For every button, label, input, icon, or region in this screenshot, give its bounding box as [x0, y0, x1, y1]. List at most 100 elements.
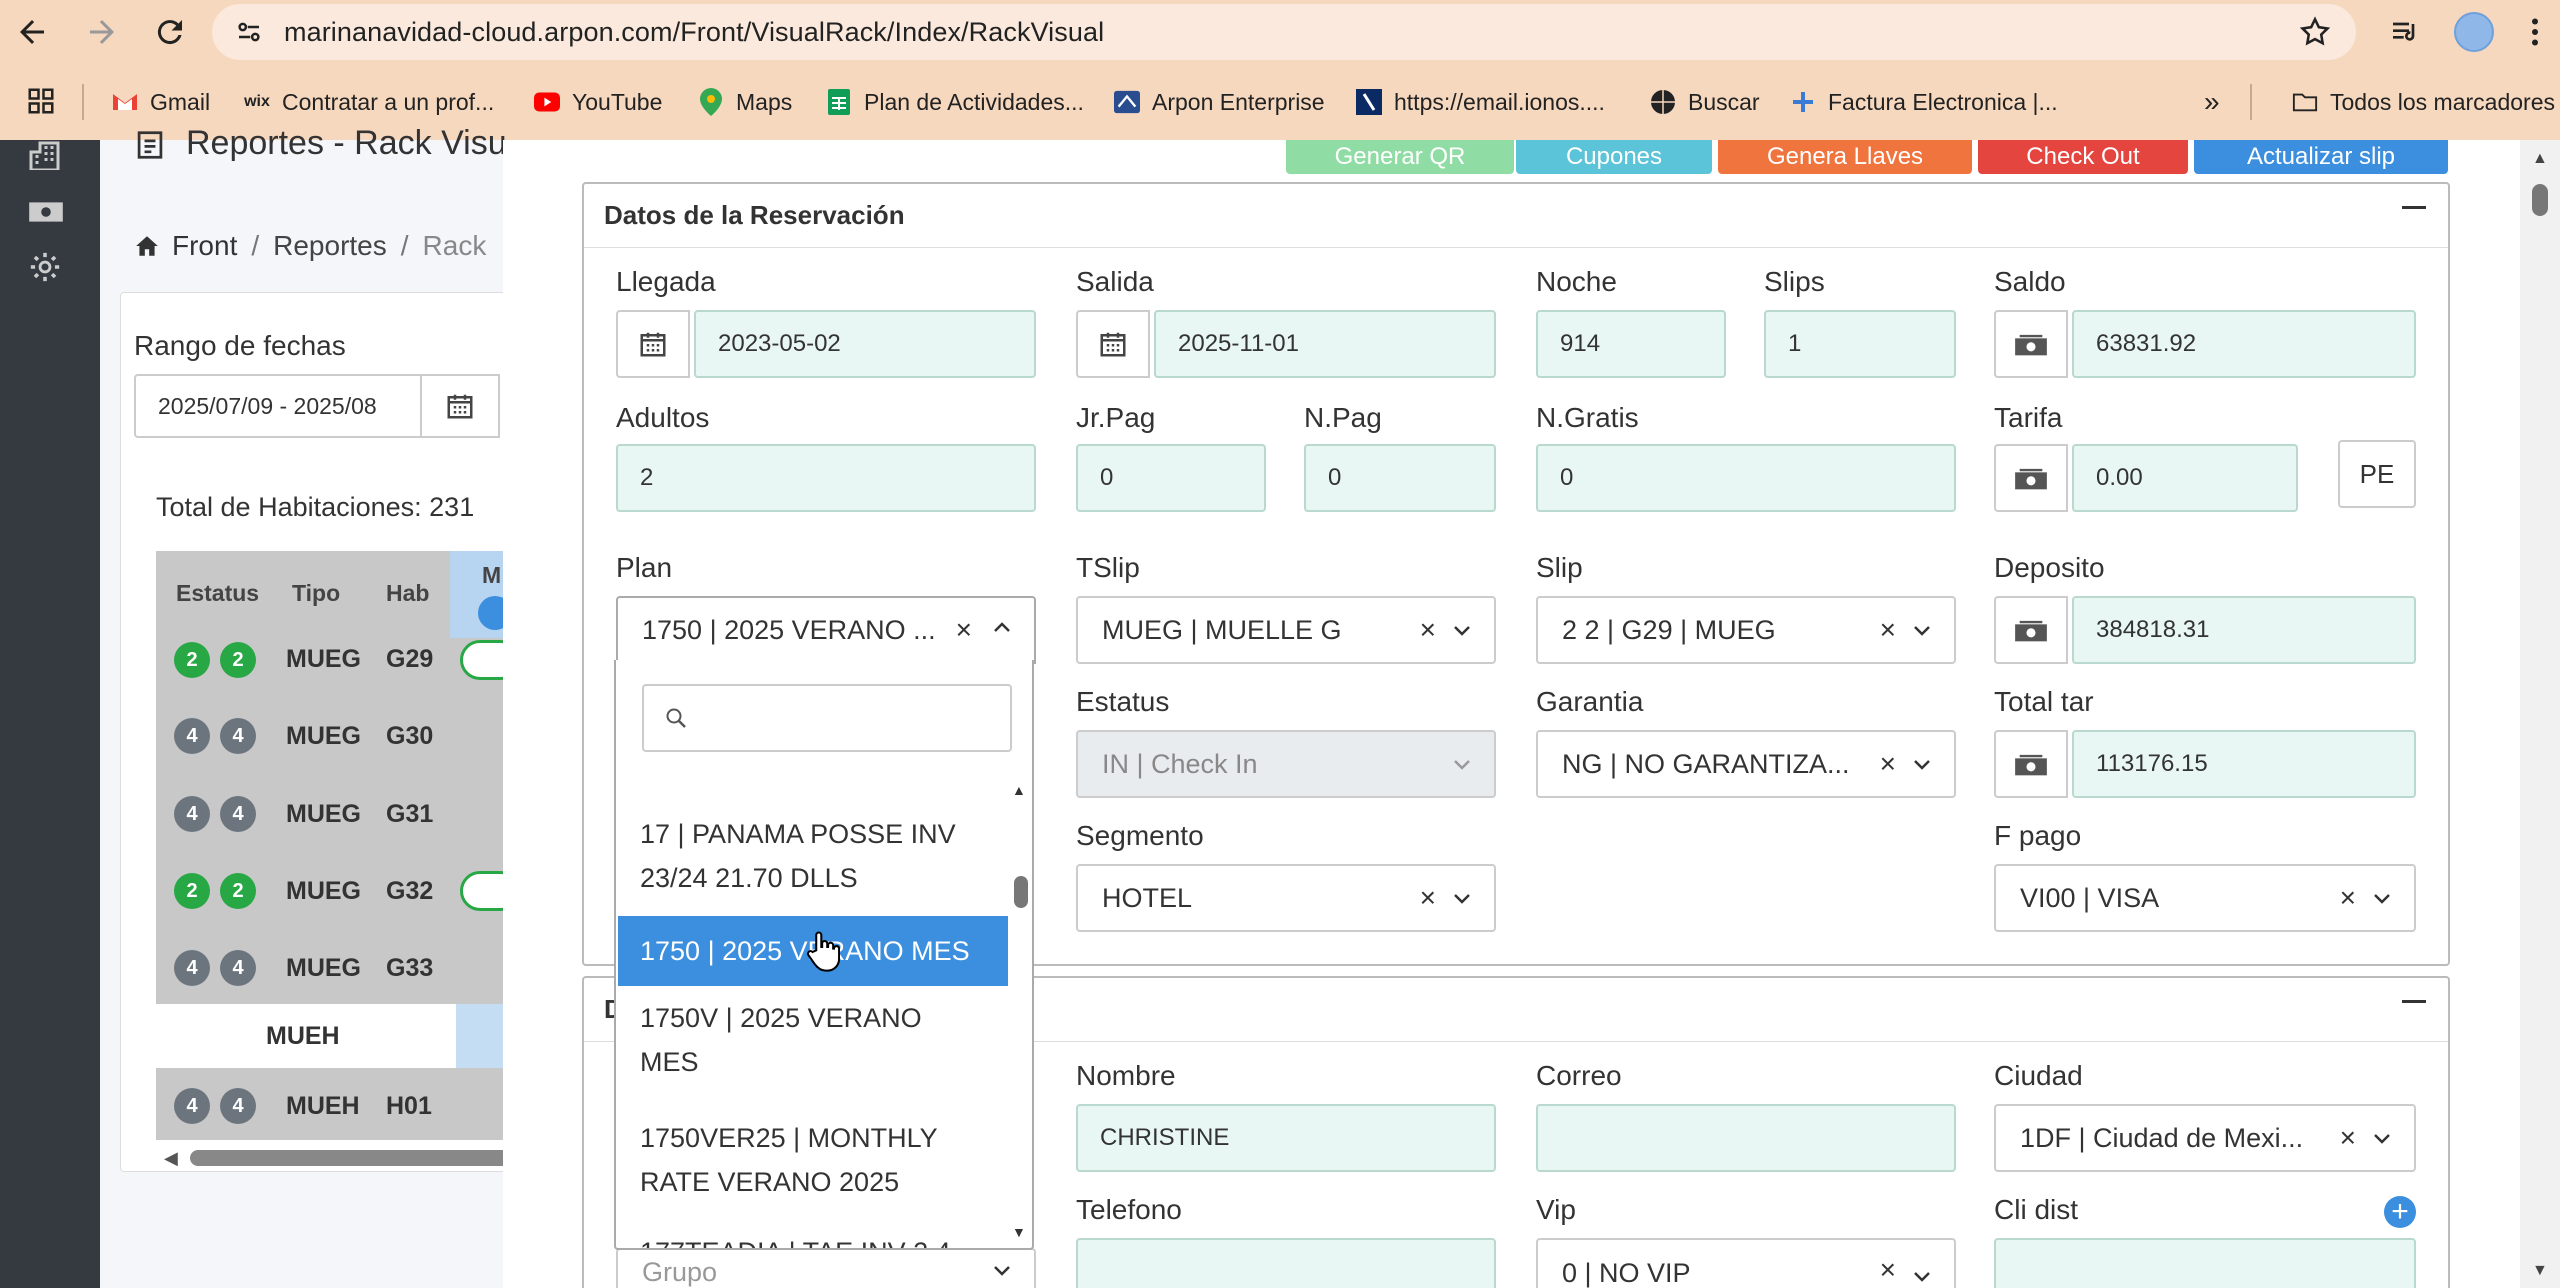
- plan-option[interactable]: 1750VER25 | MONTHLY RATE VERANO 2025: [618, 1116, 1008, 1204]
- calendar-icon[interactable]: [616, 310, 690, 378]
- address-bar[interactable]: marinanavidad-cloud.arpon.com/Front/Visu…: [212, 4, 2356, 60]
- breadcrumb-front[interactable]: Front: [172, 230, 237, 262]
- garantia-select[interactable]: NG | NO GARANTIZA... ×: [1536, 730, 1956, 798]
- plan-search-input[interactable]: [642, 684, 1012, 752]
- ciudad-select[interactable]: 1DF | Ciudad de Mexi... ×: [1994, 1104, 2416, 1172]
- bookmark-plan-actividades[interactable]: Plan de Actividades...: [826, 80, 1084, 124]
- chevron-down-icon[interactable]: [2372, 892, 2392, 906]
- coupons-button[interactable]: Cupones: [1516, 140, 1712, 174]
- bookmark-maps[interactable]: Maps: [698, 80, 792, 124]
- plan-option[interactable]: 1750V | 2025 VERANO MES: [618, 996, 1008, 1084]
- saldo-field[interactable]: 63831.92: [2072, 310, 2416, 378]
- plan-option[interactable]: 17 | PANAMA POSSE INV 23/24 21.70 DLLS: [618, 812, 1008, 900]
- bookmark-arpon[interactable]: Arpon Enterprise: [1114, 80, 1325, 124]
- clidist-field[interactable]: [1994, 1238, 2416, 1288]
- all-bookmarks[interactable]: Todos los marcadores: [2292, 80, 2555, 124]
- clear-icon[interactable]: ×: [2340, 1122, 2356, 1154]
- clear-icon[interactable]: ×: [1420, 614, 1436, 646]
- scroll-down-icon[interactable]: ▼: [2532, 1262, 2548, 1280]
- collapse-icon[interactable]: [2402, 206, 2426, 209]
- scroll-up-icon[interactable]: ▲: [1012, 782, 1026, 798]
- chevron-down-icon[interactable]: [2372, 1132, 2392, 1146]
- dropdown-scrollbar[interactable]: [1014, 876, 1028, 908]
- clear-icon[interactable]: ×: [1880, 748, 1896, 780]
- media-icon[interactable]: [2388, 16, 2422, 48]
- chevron-down-icon[interactable]: [1912, 624, 1932, 638]
- bookmark-factura[interactable]: Factura Electronica |...: [1790, 80, 2058, 124]
- more-bookmarks-chevron-icon[interactable]: »: [2204, 80, 2220, 124]
- ngratis-field[interactable]: 0: [1536, 444, 1956, 512]
- hotel-icon[interactable]: [28, 140, 64, 170]
- scroll-up-icon[interactable]: ▲: [2532, 150, 2548, 168]
- bookmark-star-icon[interactable]: [2298, 15, 2332, 49]
- add-clidist-icon[interactable]: +: [2384, 1196, 2416, 1228]
- chevron-up-icon[interactable]: [992, 620, 1012, 634]
- tarifa-pe-button[interactable]: PE: [2338, 440, 2416, 508]
- npag-field[interactable]: 0: [1304, 444, 1496, 512]
- fpago-label: F pago: [1994, 820, 2082, 851]
- gear-icon[interactable]: [28, 250, 62, 284]
- calendar-icon[interactable]: [1076, 310, 1150, 378]
- chevron-down-icon[interactable]: [1452, 892, 1472, 906]
- bookmark-ionos[interactable]: https://email.ionos....: [1356, 80, 1605, 124]
- slip-select[interactable]: 2 2 | G29 | MUEG ×: [1536, 596, 1956, 664]
- clear-icon[interactable]: ×: [956, 614, 972, 646]
- tarifa-field[interactable]: 0.00: [2072, 444, 2298, 512]
- grupo-select[interactable]: Grupo: [616, 1248, 1036, 1288]
- bookmark-gmail[interactable]: Gmail: [112, 80, 210, 124]
- adultos-field[interactable]: 2: [616, 444, 1036, 512]
- vip-select[interactable]: 0 | NO VIP ×: [1536, 1238, 1956, 1288]
- tslip-select[interactable]: MUEG | MUELLE G ×: [1076, 596, 1496, 664]
- salida-field[interactable]: 2025-11-01: [1154, 310, 1496, 378]
- generate-keys-button[interactable]: Genera Llaves: [1718, 140, 1972, 174]
- correo-field[interactable]: [1536, 1104, 1956, 1172]
- deposito-field[interactable]: 384818.31: [2072, 596, 2416, 664]
- checkout-button[interactable]: Check Out: [1978, 140, 2188, 174]
- jrpag-field[interactable]: 0: [1076, 444, 1266, 512]
- slips-field[interactable]: 1: [1764, 310, 1956, 378]
- scroll-down-icon[interactable]: ▼: [1012, 1224, 1026, 1240]
- money-icon[interactable]: [28, 200, 64, 224]
- bookmark-wix[interactable]: wix Contratar a un prof...: [244, 80, 494, 124]
- breadcrumb-reportes[interactable]: Reportes: [273, 230, 387, 262]
- date-range-input[interactable]: 2025/07/09 - 2025/08: [134, 374, 422, 438]
- table-scrollbar[interactable]: [190, 1150, 510, 1166]
- page-title: Reportes - Rack Visu: [186, 124, 506, 162]
- segmento-select[interactable]: HOTEL ×: [1076, 864, 1496, 932]
- bookmark-youtube[interactable]: YouTube: [534, 80, 662, 124]
- collapse-icon[interactable]: [2402, 1000, 2426, 1003]
- chevron-down-icon[interactable]: [1912, 1270, 1932, 1284]
- noche-field[interactable]: 914: [1536, 310, 1726, 378]
- calendar-icon[interactable]: [420, 374, 500, 438]
- apps-grid-icon[interactable]: [26, 86, 56, 116]
- update-slip-button[interactable]: Actualizar slip: [2194, 140, 2448, 174]
- totaltar-field[interactable]: 113176.15: [2072, 730, 2416, 798]
- telefono-label: Telefono: [1076, 1194, 1182, 1225]
- menu-icon[interactable]: [2530, 14, 2540, 50]
- nombre-field[interactable]: CHRISTINE: [1076, 1104, 1496, 1172]
- plan-option[interactable]: 177TEADIA | TAE INV 2 4: [618, 1230, 1008, 1248]
- clear-icon[interactable]: ×: [1880, 1254, 1896, 1286]
- generate-qr-button[interactable]: Generar QR: [1286, 140, 1514, 174]
- clear-icon[interactable]: ×: [1420, 882, 1436, 914]
- chevron-down-icon[interactable]: [1912, 758, 1932, 772]
- page-scrollbar[interactable]: ▲ ▼: [2520, 140, 2560, 1288]
- scroll-left-icon[interactable]: ◀: [164, 1148, 178, 1169]
- scrollbar-thumb[interactable]: [2532, 184, 2548, 216]
- reload-icon[interactable]: [152, 14, 188, 50]
- plan-select[interactable]: 1750 | 2025 VERANO ... ×: [616, 596, 1036, 664]
- bookmark-buscar[interactable]: Buscar: [1650, 80, 1760, 124]
- clear-icon[interactable]: ×: [2340, 882, 2356, 914]
- llegada-field[interactable]: 2023-05-02: [694, 310, 1036, 378]
- profile-avatar[interactable]: [2454, 12, 2494, 52]
- adultos-label: Adultos: [616, 402, 710, 433]
- forward-icon[interactable]: [84, 14, 120, 50]
- telefono-field[interactable]: [1076, 1238, 1496, 1288]
- fpago-select[interactable]: VI00 | VISA ×: [1994, 864, 2416, 932]
- back-icon[interactable]: [14, 14, 50, 50]
- status-badge: 4: [174, 796, 210, 832]
- chevron-down-icon[interactable]: [1452, 624, 1472, 638]
- site-settings-icon[interactable]: [234, 17, 264, 47]
- clear-icon[interactable]: ×: [1880, 614, 1896, 646]
- chevron-down-icon[interactable]: [992, 1264, 1012, 1278]
